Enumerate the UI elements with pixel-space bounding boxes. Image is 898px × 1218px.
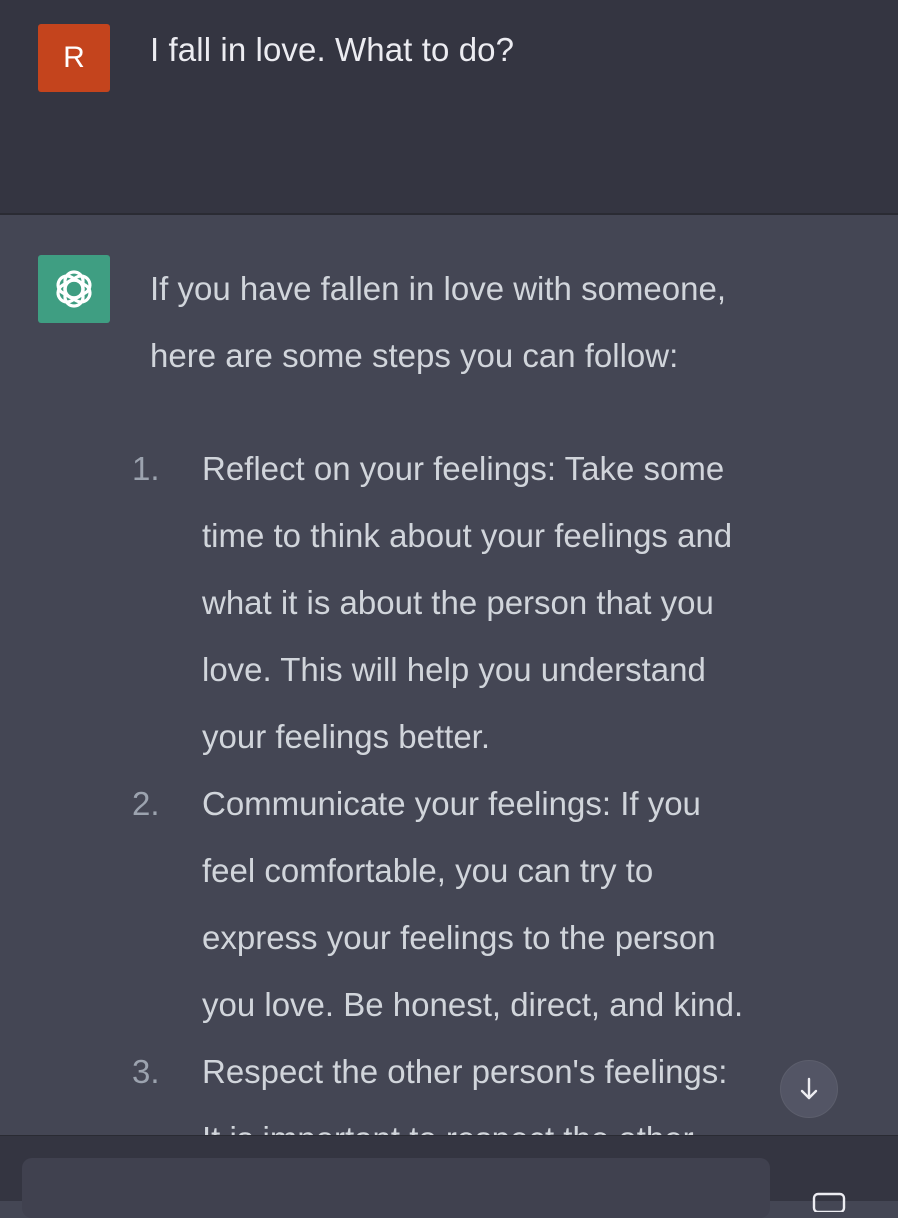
message-input[interactable]: [22, 1158, 770, 1218]
scroll-to-bottom-button[interactable]: [780, 1060, 838, 1118]
steps-list: 1. Reflect on your feelings: Take some t…: [132, 435, 872, 1135]
intro-line: here are some steps you can follow:: [150, 337, 679, 374]
step-number: 3.: [132, 1053, 160, 1090]
step-line: Reflect on your feelings: Take some: [202, 450, 725, 487]
step-number: 2.: [132, 785, 160, 822]
user-message: R I fall in love. What to do?: [0, 0, 898, 215]
step-text: Reflect on your feelings: Take some time…: [202, 435, 852, 770]
step-line: feel comfortable, you can try to: [202, 852, 654, 889]
step-number: 1.: [132, 450, 160, 487]
step-line: Communicate your feelings: If you: [202, 785, 701, 822]
list-item-step-3: 3. Respect the other person's feelings: …: [132, 1038, 872, 1135]
intro-line: If you have fallen in love with someone,: [150, 270, 727, 307]
user-message-text: I fall in love. What to do?: [150, 31, 515, 68]
arrow-down-icon: [800, 1077, 818, 1100]
assistant-avatar: [38, 255, 110, 323]
step-line: Respect the other person's feelings:: [202, 1053, 728, 1090]
step-line: It is important to respect the other: [202, 1120, 694, 1135]
list-item-step-2: 2. Communicate your feelings: If you fee…: [132, 770, 872, 1038]
step-text: Communicate your feelings: If you feel c…: [202, 770, 852, 1038]
step-line: express your feelings to the person: [202, 919, 716, 956]
user-avatar: R: [38, 24, 110, 92]
step-line: what it is about the person that you: [202, 584, 714, 621]
list-item-step-1: 1. Reflect on your feelings: Take some t…: [132, 435, 872, 770]
openai-logo-icon: [56, 270, 92, 308]
assistant-intro: If you have fallen in love with someone,…: [150, 255, 870, 389]
sidebar-menu-icon[interactable]: [812, 1192, 846, 1212]
step-line: love. This will help you understand: [202, 651, 706, 688]
composer-bar: [0, 1135, 898, 1218]
assistant-message: If you have fallen in love with someone,…: [0, 215, 898, 1135]
step-line: time to think about your feelings and: [202, 517, 733, 554]
step-line: your feelings better.: [202, 718, 491, 755]
step-text: Respect the other person's feelings: It …: [202, 1038, 852, 1135]
step-line: you love. Be honest, direct, and kind.: [202, 986, 744, 1023]
